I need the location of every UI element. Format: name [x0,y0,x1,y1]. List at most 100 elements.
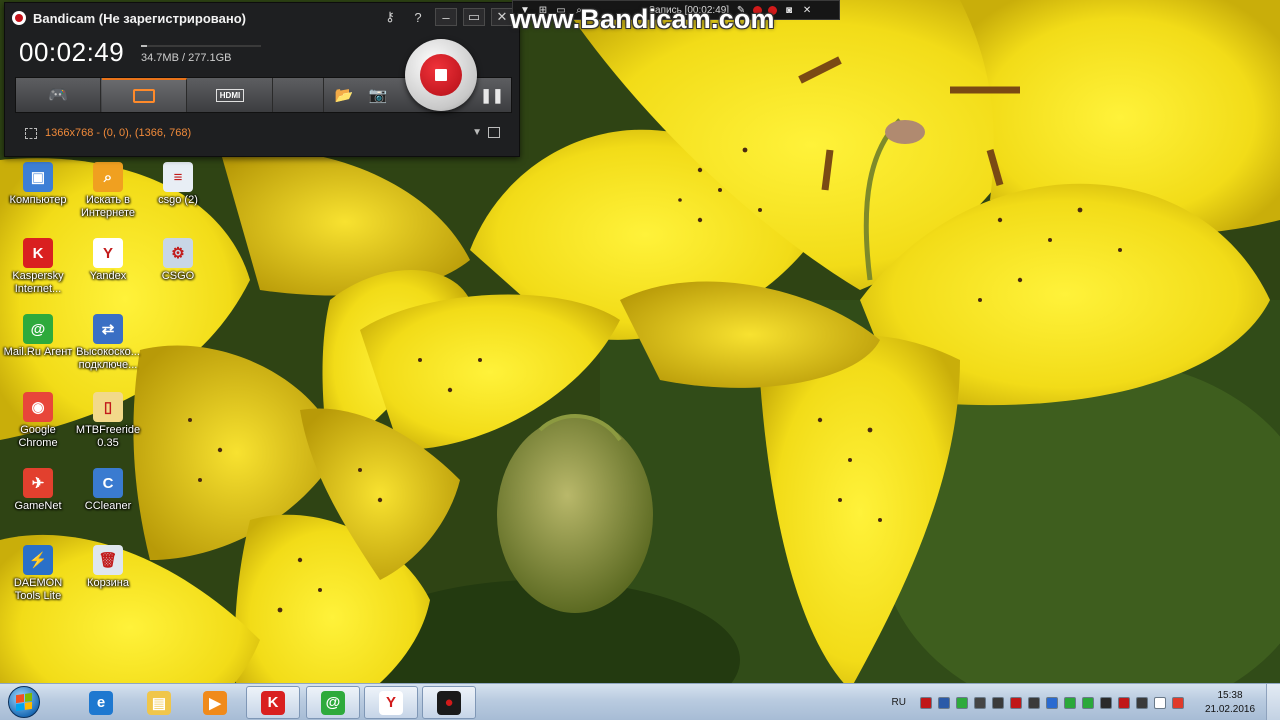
file-icon: ≡ [163,162,193,192]
taskbar-button-explorer[interactable]: ▤ [132,686,186,719]
game-mode-button[interactable]: 🎮 [16,78,101,112]
ccleaner-icon: C [93,468,123,498]
file-size-bar [141,45,261,47]
desktop-icon-highspeed[interactable]: ⇄ Высокоско... подключе... [72,314,144,372]
clock-time: 15:38 [1217,689,1243,701]
file-size-text: 34.7MB / 277.1GB [141,52,232,64]
gamenet-icon: ✈ [23,468,53,498]
toolbar-spacer [274,78,324,112]
desktop-icon-label: CCleaner [84,500,132,512]
desktop-icon-label: Google Chrome [18,424,58,449]
desktop-icon-label: Высокоско... подключе... [76,346,140,371]
update-tray-icon[interactable] [1064,696,1076,709]
desktop-icon-recycle[interactable]: 🗑 Корзина [72,545,144,590]
title-bar[interactable]: Bandicam (Не зарегистрировано) ⚷ ? – ▭ ✕ [5,3,519,33]
window-title: Bandicam (Не зарегистрировано) [33,10,246,26]
kaspersky-tray-icon[interactable] [1010,696,1022,709]
device-mode-button[interactable]: HDMI [188,78,273,112]
desktop-icon-gamenet[interactable]: ✈ GameNet [2,468,74,513]
csgo-icon: ⚙ [163,238,193,268]
screen-mode-button[interactable] [102,78,187,112]
desktop-icon-label: Компьютер [9,194,67,206]
taskbar-button-ie[interactable]: e [74,686,128,719]
power-tray-icon[interactable] [1100,696,1112,709]
desktop-icon-ccleaner[interactable]: C CCleaner [72,468,144,513]
bandicam-window: Bandicam (Не зарегистрировано) ⚷ ? – ▭ ✕… [4,2,520,157]
taskbar-button-kaspersky[interactable]: K [246,686,300,719]
desktop-icon-computer[interactable]: ▣ Компьютер [2,162,74,207]
system-tray: RU 15:38 21.02.2016 [892,684,1280,720]
desktop-icon-mtbfreeride[interactable]: ▯ MTBFreeride 0.35 [72,392,144,450]
help-icon[interactable]: ? [407,8,429,26]
taskbar-button-bandicam[interactable]: ● [422,686,476,719]
yandex-icon: Y [379,690,403,715]
warning-tray-icon[interactable] [1172,696,1184,709]
desktop-icon-label: GameNet [14,500,62,512]
clock-date: 21.02.2016 [1204,703,1256,715]
desktop-icon-search-internet[interactable]: ⌕ Искать в Интернете [72,162,144,220]
status-bar: 1366x768 - (0, 0), (1366, 768) ▼ [15,121,512,145]
desktop-icon-label: Искать в Интернете [81,194,135,219]
sound-tray-icon[interactable] [992,696,1004,709]
minimize-button[interactable]: – [435,8,457,26]
taskbar-button-media[interactable]: ▶ [188,686,242,719]
desktop-icon-label: DAEMON Tools Lite [13,577,63,602]
internet-explorer-icon: e [89,690,113,715]
dropdown-arrow-icon[interactable]: ▼ [472,127,482,138]
flag-tray-icon[interactable] [1154,696,1166,709]
desktop-icon-kaspersky[interactable]: K Kaspersky Internet... [2,238,74,296]
gamepad-icon: 🎮 [48,87,68,104]
bluetooth-tray-icon[interactable] [938,696,950,709]
screen-rect-icon [133,89,155,103]
bandicam-watermark: www.Bandicam.com [510,4,775,34]
mailru-agent-icon: @ [321,690,345,715]
yandex-icon: Y [93,238,123,268]
acrobat-tray-icon[interactable] [1118,696,1130,709]
desktop-icon-daemon[interactable]: ⚡ DAEMON Tools Lite [2,545,74,603]
screenshot-camera-icon[interactable]: 📷 [362,78,394,112]
pause-button[interactable]: ❚❚ [475,78,509,112]
window-select-icon[interactable] [488,127,500,138]
desktop-icon-csgo2[interactable]: ≡ csgo (2) [142,162,214,207]
clock[interactable]: 15:38 21.02.2016 [1194,689,1266,717]
close-icon[interactable]: ✕ [801,4,813,16]
desktop-icon-chrome[interactable]: ◉ Google Chrome [2,392,74,450]
show-desktop-button[interactable] [1266,684,1280,720]
record-tray-icon[interactable] [920,696,932,709]
selection-area-icon[interactable] [25,127,37,139]
restore-button[interactable]: ▭ [463,8,485,26]
mailru-tray-icon[interactable] [956,696,968,709]
desktop-icon-mailru[interactable]: @ Mail.Ru Агент [2,314,74,359]
windows-logo-icon [8,686,40,718]
start-button[interactable] [8,686,48,719]
desktop-icon-yandex[interactable]: Y Yandex [72,238,144,283]
language-indicator[interactable]: RU [892,697,906,708]
key-icon[interactable]: ⚷ [379,8,401,26]
network-tray-icon[interactable] [974,696,986,709]
computer-icon: ▣ [23,162,53,192]
resolution-text: 1366x768 - (0, 0), (1366, 768) [45,127,192,139]
taskbar-button-mailru[interactable]: @ [306,686,360,719]
desktop-icon-label: Kaspersky Internet... [12,270,64,295]
volume-tray-icon[interactable] [1136,696,1148,709]
bandicam-icon: ● [437,690,461,715]
battery-tray-icon[interactable] [1082,696,1094,709]
kaspersky-icon: K [261,690,285,715]
folder-icon: ▯ [93,392,123,422]
kaspersky-icon: K [23,238,53,268]
media-player-icon: ▶ [203,690,227,715]
explorer-folder-icon: ▤ [147,690,171,715]
security-tray-icon[interactable] [1046,696,1058,709]
taskbar: e ▤ ▶ K @ Y ● RU 15:38 21.02.2016 [0,683,1280,720]
open-folder-icon[interactable]: 📂 [328,78,360,112]
steam-tray-icon[interactable] [1028,696,1040,709]
desktop-icon-csgo[interactable]: ⚙ CSGO [142,238,214,283]
search-icon: ⌕ [93,162,123,192]
stop-record-button[interactable] [405,39,477,111]
bandicam-logo-icon [12,11,26,25]
mailru-agent-icon: @ [23,314,53,344]
stop-icon [420,54,462,96]
chrome-icon: ◉ [23,392,53,422]
taskbar-button-yandex[interactable]: Y [364,686,418,719]
desktop-icon-label: Mail.Ru Агент [3,346,73,358]
